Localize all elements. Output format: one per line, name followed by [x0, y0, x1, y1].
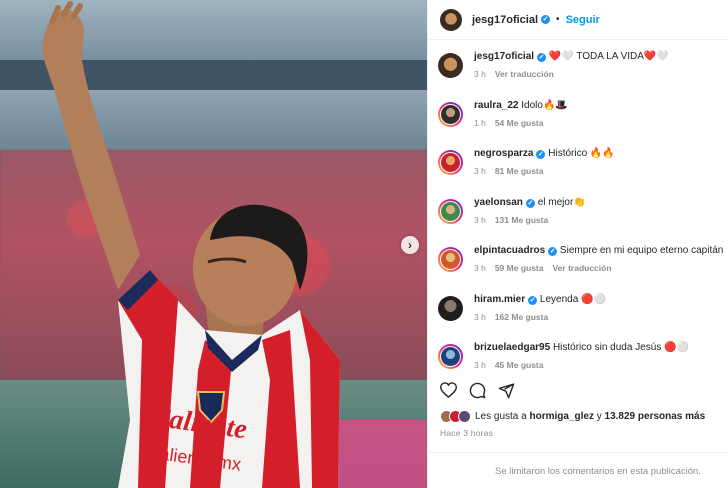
comment-username[interactable]: hiram.mier — [474, 294, 525, 305]
comments-list[interactable]: jesg17oficial ✓ ❤️🤍 TODA LA VIDA❤️🤍 3 h Ve… — [428, 44, 728, 374]
share-icon[interactable] — [498, 382, 515, 399]
comment-time: 3 h — [474, 214, 486, 225]
verified-icon: ✓ — [537, 53, 547, 62]
comment-likes[interactable]: 45 Me gusta — [495, 360, 544, 370]
post-header: jesg17oficial ✓ • Seguir — [428, 0, 728, 40]
post-timestamp: Hace 3 horas — [440, 428, 493, 438]
comment-time: 1 h — [474, 117, 486, 128]
comment-likes[interactable]: 54 Me gusta — [495, 118, 544, 128]
caption-text: ❤️🤍 TODA LA VIDA❤️🤍 — [548, 51, 669, 62]
comment-text: Siempre en mi equipo eterno capitán — [559, 245, 724, 256]
caption-row: jesg17oficial ✓ ❤️🤍 TODA LA VIDA❤️🤍 3 h Ve… — [428, 44, 728, 93]
caption-avatar[interactable] — [438, 53, 463, 78]
comment-likes[interactable]: 59 Me gusta — [495, 263, 544, 273]
comment-username[interactable]: raulra_22 — [474, 100, 518, 111]
comment-text: Idolo🔥🎩 — [521, 99, 568, 111]
see-translation-button[interactable]: Ver traducción — [495, 69, 554, 79]
verified-icon: ✓ — [528, 295, 538, 305]
comment-row: raulra_22 Idolo🔥🎩 1 h 54 Me gusta — [428, 93, 728, 142]
comments-limited-notice: Se limitaron los comentarios en esta pub… — [428, 452, 728, 488]
likes-connector: y — [596, 411, 602, 422]
comment-time: 3 h — [474, 166, 486, 176]
follow-button[interactable]: Seguir — [566, 14, 600, 26]
likes-count[interactable]: 13.829 personas más — [605, 411, 706, 422]
post-actions — [440, 379, 515, 401]
see-translation-button[interactable]: Ver traducción — [552, 263, 611, 273]
comment-likes[interactable]: 162 Me gusta — [495, 312, 548, 322]
comment-avatar[interactable] — [438, 150, 463, 175]
comment-row: yaelonsan ✓ el mejor👏 3 h 131 Me gusta — [428, 190, 728, 239]
heart-icon[interactable] — [440, 382, 457, 398]
post-photo[interactable]: Caliente caliente.mx › — [0, 0, 427, 488]
caption-username[interactable]: jesg17oficial — [474, 51, 534, 62]
comment-row: negrosparza ✓ Histórico 🔥🔥 3 h 81 Me gusta — [428, 141, 728, 190]
comment-time: 3 h — [474, 360, 486, 370]
post-sidebar: jesg17oficial ✓ • Seguir jesg17oficial ✓ … — [427, 0, 728, 488]
comment-row: brizuelaedgar95 Histórico sin duda Jesús… — [428, 335, 728, 374]
liker-avatar — [458, 410, 471, 423]
comment-icon[interactable] — [469, 382, 486, 399]
author-avatar[interactable] — [440, 8, 462, 31]
comment-avatar[interactable] — [438, 102, 463, 127]
comment-avatar[interactable] — [438, 199, 463, 224]
comment-avatar[interactable] — [438, 295, 463, 321]
likes-prefix: Les gusta a — [475, 411, 527, 422]
comment-row: hiram.mier ✓ Leyenda 🔴⚪ 3 h 162 Me gusta — [428, 287, 728, 336]
comment-username[interactable]: yaelonsan — [474, 197, 523, 208]
comment-likes[interactable]: 131 Me gusta — [495, 215, 548, 225]
comment-username[interactable]: elpintacuadros — [474, 245, 545, 256]
comment-row: elpintacuadros ✓ Siempre en mi equipo ete… — [428, 238, 728, 287]
author-username[interactable]: jesg17oficial — [472, 14, 538, 26]
comment-text: Histórico sin duda Jesús 🔴⚪ — [552, 342, 690, 353]
comment-text: Leyenda 🔴⚪ — [539, 293, 606, 305]
verified-icon: ✓ — [536, 150, 546, 159]
comment-text: Histórico 🔥🔥 — [548, 148, 615, 159]
comment-time: 3 h — [474, 263, 486, 273]
header-separator: • — [556, 14, 560, 25]
comment-username[interactable]: negrosparza — [474, 148, 533, 159]
player-figure: Caliente caliente.mx — [42, 1, 340, 488]
liker-username[interactable]: hormiga_glez — [530, 411, 594, 422]
verified-icon: ✓ — [548, 247, 558, 256]
verified-icon: ✓ — [525, 198, 535, 208]
chevron-right-icon: › — [408, 238, 412, 252]
caption-time: 3 h — [474, 69, 486, 79]
comment-time: 3 h — [474, 311, 486, 322]
verified-icon: ✓ — [541, 15, 551, 24]
comment-avatar[interactable] — [438, 247, 463, 272]
comment-likes[interactable]: 81 Me gusta — [495, 166, 544, 176]
likes-summary: Les gusta a hormiga_glez y 13.829 person… — [440, 410, 705, 423]
comment-username[interactable]: brizuelaedgar95 — [474, 342, 550, 353]
carousel-next-button[interactable]: › — [401, 236, 419, 254]
comment-avatar[interactable] — [438, 344, 463, 369]
comment-text: el mejor👏 — [537, 196, 586, 208]
